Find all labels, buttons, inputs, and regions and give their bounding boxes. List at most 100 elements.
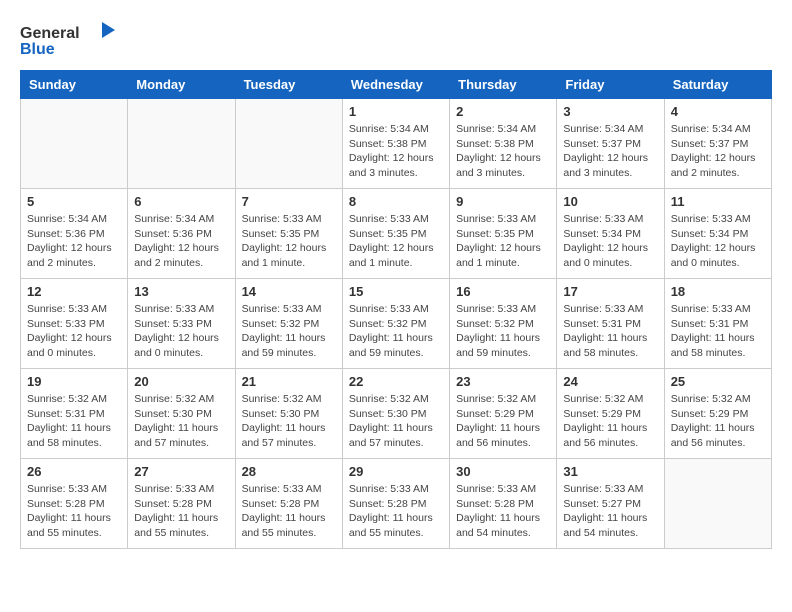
day-number: 10: [563, 194, 657, 209]
calendar-cell: [664, 459, 771, 549]
calendar-cell: 26 Sunrise: 5:33 AM Sunset: 5:28 PM Dayli…: [21, 459, 128, 549]
calendar-cell: 24 Sunrise: 5:32 AM Sunset: 5:29 PM Dayli…: [557, 369, 664, 459]
day-info: Sunrise: 5:33 AM Sunset: 5:32 PM Dayligh…: [456, 302, 550, 361]
generalblue-logo-icon: GeneralBlue: [20, 20, 120, 60]
day-info: Sunrise: 5:33 AM Sunset: 5:28 PM Dayligh…: [242, 482, 336, 541]
day-info: Sunrise: 5:33 AM Sunset: 5:33 PM Dayligh…: [27, 302, 121, 361]
calendar-header-saturday: Saturday: [664, 71, 771, 99]
calendar-cell: 19 Sunrise: 5:32 AM Sunset: 5:31 PM Dayli…: [21, 369, 128, 459]
day-number: 1: [349, 104, 443, 119]
day-number: 4: [671, 104, 765, 119]
calendar-cell: 6 Sunrise: 5:34 AM Sunset: 5:36 PM Daylig…: [128, 189, 235, 279]
calendar-cell: 16 Sunrise: 5:33 AM Sunset: 5:32 PM Dayli…: [450, 279, 557, 369]
week-row-2: 5 Sunrise: 5:34 AM Sunset: 5:36 PM Daylig…: [21, 189, 772, 279]
calendar-cell: 27 Sunrise: 5:33 AM Sunset: 5:28 PM Dayli…: [128, 459, 235, 549]
day-number: 2: [456, 104, 550, 119]
svg-text:General: General: [20, 25, 80, 42]
day-number: 23: [456, 374, 550, 389]
day-number: 22: [349, 374, 443, 389]
day-info: Sunrise: 5:32 AM Sunset: 5:30 PM Dayligh…: [134, 392, 228, 451]
day-number: 7: [242, 194, 336, 209]
day-info: Sunrise: 5:33 AM Sunset: 5:28 PM Dayligh…: [349, 482, 443, 541]
calendar-cell: 9Sunrise: 5:33 AM Sunset: 5:35 PM Daylig…: [450, 189, 557, 279]
day-number: 25: [671, 374, 765, 389]
day-info: Sunrise: 5:33 AM Sunset: 5:34 PM Dayligh…: [563, 212, 657, 271]
day-info: Sunrise: 5:33 AM Sunset: 5:35 PM Dayligh…: [349, 212, 443, 271]
day-info: Sunrise: 5:34 AM Sunset: 5:38 PM Dayligh…: [349, 122, 443, 181]
calendar-cell: 2Sunrise: 5:34 AM Sunset: 5:38 PM Daylig…: [450, 99, 557, 189]
calendar-header-wednesday: Wednesday: [342, 71, 449, 99]
calendar-cell: 21 Sunrise: 5:32 AM Sunset: 5:30 PM Dayli…: [235, 369, 342, 459]
day-number: 12: [27, 284, 121, 299]
calendar-cell: 10 Sunrise: 5:33 AM Sunset: 5:34 PM Dayli…: [557, 189, 664, 279]
calendar-header-thursday: Thursday: [450, 71, 557, 99]
day-info: Sunrise: 5:32 AM Sunset: 5:29 PM Dayligh…: [563, 392, 657, 451]
day-info: Sunrise: 5:32 AM Sunset: 5:31 PM Dayligh…: [27, 392, 121, 451]
day-info: Sunrise: 5:33 AM Sunset: 5:28 PM Dayligh…: [27, 482, 121, 541]
day-number: 18: [671, 284, 765, 299]
calendar-header-tuesday: Tuesday: [235, 71, 342, 99]
day-number: 26: [27, 464, 121, 479]
calendar-cell: 25 Sunrise: 5:32 AM Sunset: 5:29 PM Dayli…: [664, 369, 771, 459]
day-number: 16: [456, 284, 550, 299]
calendar-cell: 7 Sunrise: 5:33 AM Sunset: 5:35 PM Daylig…: [235, 189, 342, 279]
calendar-cell: 20 Sunrise: 5:32 AM Sunset: 5:30 PM Dayli…: [128, 369, 235, 459]
day-info: Sunrise: 5:33 AM Sunset: 5:28 PM Dayligh…: [456, 482, 550, 541]
calendar-cell: 29 Sunrise: 5:33 AM Sunset: 5:28 PM Dayli…: [342, 459, 449, 549]
calendar-cell: 30 Sunrise: 5:33 AM Sunset: 5:28 PM Dayli…: [450, 459, 557, 549]
day-number: 24: [563, 374, 657, 389]
calendar-cell: 14 Sunrise: 5:33 AM Sunset: 5:32 PM Dayli…: [235, 279, 342, 369]
calendar-cell: [128, 99, 235, 189]
day-number: 17: [563, 284, 657, 299]
day-info: Sunrise: 5:33 AM Sunset: 5:33 PM Dayligh…: [134, 302, 228, 361]
day-info: Sunrise: 5:32 AM Sunset: 5:30 PM Dayligh…: [242, 392, 336, 451]
week-row-1: 1 Sunrise: 5:34 AM Sunset: 5:38 PM Daylig…: [21, 99, 772, 189]
page-header: GeneralBlue: [20, 20, 772, 60]
day-number: 6: [134, 194, 228, 209]
day-number: 19: [27, 374, 121, 389]
calendar-cell: [235, 99, 342, 189]
week-row-5: 26 Sunrise: 5:33 AM Sunset: 5:28 PM Dayli…: [21, 459, 772, 549]
day-number: 13: [134, 284, 228, 299]
week-row-3: 12 Sunrise: 5:33 AM Sunset: 5:33 PM Dayli…: [21, 279, 772, 369]
day-number: 29: [349, 464, 443, 479]
day-info: Sunrise: 5:33 AM Sunset: 5:35 PM Dayligh…: [456, 212, 550, 271]
calendar-table: SundayMondayTuesdayWednesdayThursdayFrid…: [20, 70, 772, 549]
day-info: Sunrise: 5:33 AM Sunset: 5:34 PM Dayligh…: [671, 212, 765, 271]
calendar-header-row: SundayMondayTuesdayWednesdayThursdayFrid…: [21, 71, 772, 99]
calendar-cell: 12 Sunrise: 5:33 AM Sunset: 5:33 PM Dayli…: [21, 279, 128, 369]
calendar-cell: 8 Sunrise: 5:33 AM Sunset: 5:35 PM Daylig…: [342, 189, 449, 279]
calendar-cell: 1 Sunrise: 5:34 AM Sunset: 5:38 PM Daylig…: [342, 99, 449, 189]
day-info: Sunrise: 5:33 AM Sunset: 5:27 PM Dayligh…: [563, 482, 657, 541]
day-number: 11: [671, 194, 765, 209]
calendar-cell: 17 Sunrise: 5:33 AM Sunset: 5:31 PM Dayli…: [557, 279, 664, 369]
day-info: Sunrise: 5:34 AM Sunset: 5:36 PM Dayligh…: [27, 212, 121, 271]
day-info: Sunrise: 5:32 AM Sunset: 5:29 PM Dayligh…: [671, 392, 765, 451]
day-number: 20: [134, 374, 228, 389]
day-number: 21: [242, 374, 336, 389]
day-info: Sunrise: 5:33 AM Sunset: 5:35 PM Dayligh…: [242, 212, 336, 271]
day-info: Sunrise: 5:33 AM Sunset: 5:32 PM Dayligh…: [242, 302, 336, 361]
day-number: 31: [563, 464, 657, 479]
logo: GeneralBlue: [20, 20, 120, 60]
svg-text:Blue: Blue: [20, 41, 55, 58]
day-number: 8: [349, 194, 443, 209]
day-number: 27: [134, 464, 228, 479]
day-number: 3: [563, 104, 657, 119]
day-number: 14: [242, 284, 336, 299]
calendar-cell: 22Sunrise: 5:32 AM Sunset: 5:30 PM Dayli…: [342, 369, 449, 459]
day-info: Sunrise: 5:34 AM Sunset: 5:36 PM Dayligh…: [134, 212, 228, 271]
day-info: Sunrise: 5:33 AM Sunset: 5:28 PM Dayligh…: [134, 482, 228, 541]
day-info: Sunrise: 5:33 AM Sunset: 5:32 PM Dayligh…: [349, 302, 443, 361]
day-info: Sunrise: 5:33 AM Sunset: 5:31 PM Dayligh…: [671, 302, 765, 361]
day-info: Sunrise: 5:33 AM Sunset: 5:31 PM Dayligh…: [563, 302, 657, 361]
day-info: Sunrise: 5:34 AM Sunset: 5:37 PM Dayligh…: [671, 122, 765, 181]
calendar-cell: 11 Sunrise: 5:33 AM Sunset: 5:34 PM Dayli…: [664, 189, 771, 279]
calendar-cell: 23Sunrise: 5:32 AM Sunset: 5:29 PM Dayli…: [450, 369, 557, 459]
day-number: 5: [27, 194, 121, 209]
day-number: 15: [349, 284, 443, 299]
calendar-header-sunday: Sunday: [21, 71, 128, 99]
week-row-4: 19 Sunrise: 5:32 AM Sunset: 5:31 PM Dayli…: [21, 369, 772, 459]
calendar-cell: 15 Sunrise: 5:33 AM Sunset: 5:32 PM Dayli…: [342, 279, 449, 369]
day-number: 30: [456, 464, 550, 479]
